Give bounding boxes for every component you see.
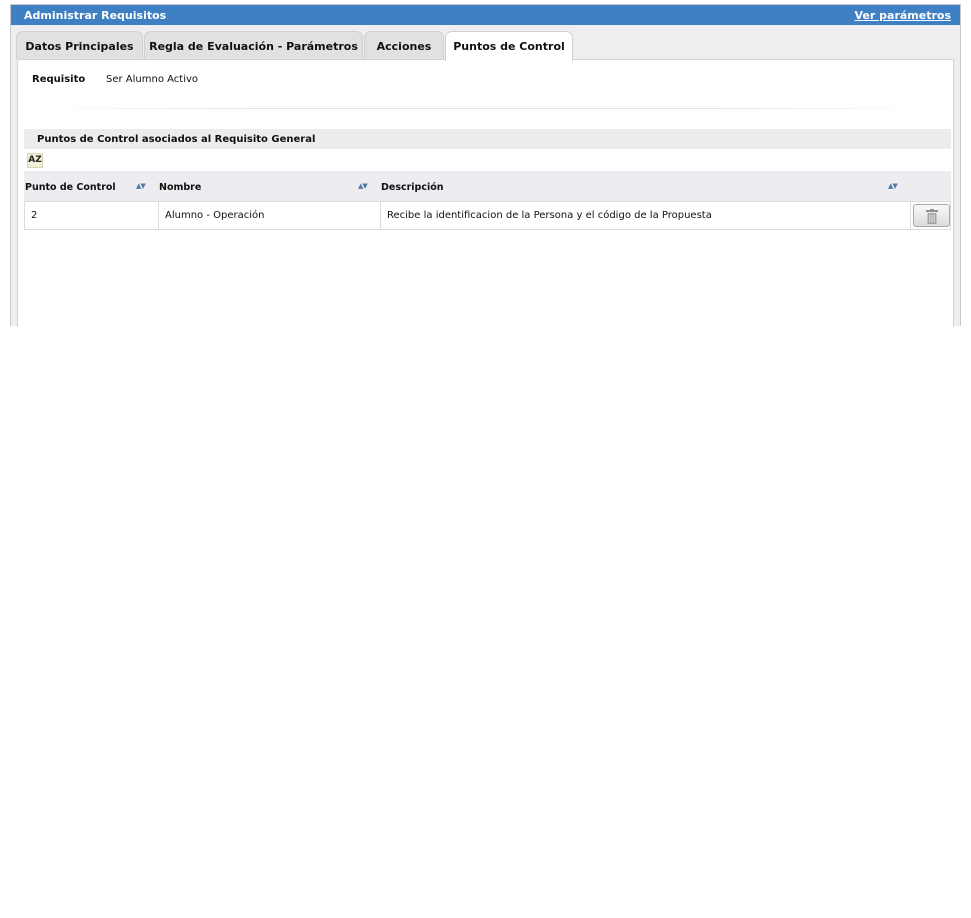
cell-descripcion: Recibe la identificacion de la Persona y… [381, 202, 911, 229]
tab-regla-evaluacion[interactable]: Regla de Evaluación - Parámetros [144, 31, 363, 59]
cell-descripcion-text: Recibe la identificacion de la Persona y… [387, 210, 712, 221]
cell-punto-text: 2 [31, 210, 38, 221]
column-header-punto[interactable]: Punto de Control [25, 182, 116, 193]
cell-nombre: Alumno - Operación [159, 202, 381, 229]
table-row: 2 Alumno - Operación Recibe la identific… [24, 201, 951, 230]
section-header: Puntos de Control asociados al Requisito… [24, 129, 951, 149]
divider [32, 108, 932, 109]
tab-puntos-de-control[interactable]: Puntos de Control [445, 31, 573, 61]
trash-icon [926, 209, 938, 224]
column-header-nombre[interactable]: Nombre [159, 182, 201, 193]
cell-nombre-text: Alumno - Operación [165, 210, 265, 221]
column-header-descripcion[interactable]: Descripción [381, 182, 444, 193]
panel-titlebar: Administrar Requisitos Ver parámetros [11, 5, 960, 25]
delete-button[interactable] [913, 204, 950, 227]
tab-content: Requisito Ser Alumno Activo Puntos de Co… [17, 59, 954, 327]
tab-acciones[interactable]: Acciones [364, 31, 444, 59]
table-header: Punto de Control ▲▼ Nombre ▲▼ Descripció… [24, 171, 951, 201]
sort-arrows-icon[interactable]: ▲▼ [888, 182, 898, 190]
ver-parametros-link[interactable]: Ver parámetros [855, 9, 951, 22]
tab-datos-principales[interactable]: Datos Principales [16, 31, 143, 59]
cell-punto: 2 [25, 202, 159, 229]
panel-title: Administrar Requisitos [24, 9, 167, 22]
section-title: Puntos de Control asociados al Requisito… [37, 134, 316, 145]
az-sort-icon[interactable]: AZ [27, 153, 43, 168]
requisito-label: Requisito [32, 74, 86, 85]
sort-arrows-icon[interactable]: ▲▼ [136, 182, 146, 190]
sort-arrows-icon[interactable]: ▲▼ [358, 182, 368, 190]
admin-requisitos-panel: Administrar Requisitos Ver parámetros Da… [10, 4, 961, 327]
requisito-value: Ser Alumno Activo [106, 74, 199, 85]
